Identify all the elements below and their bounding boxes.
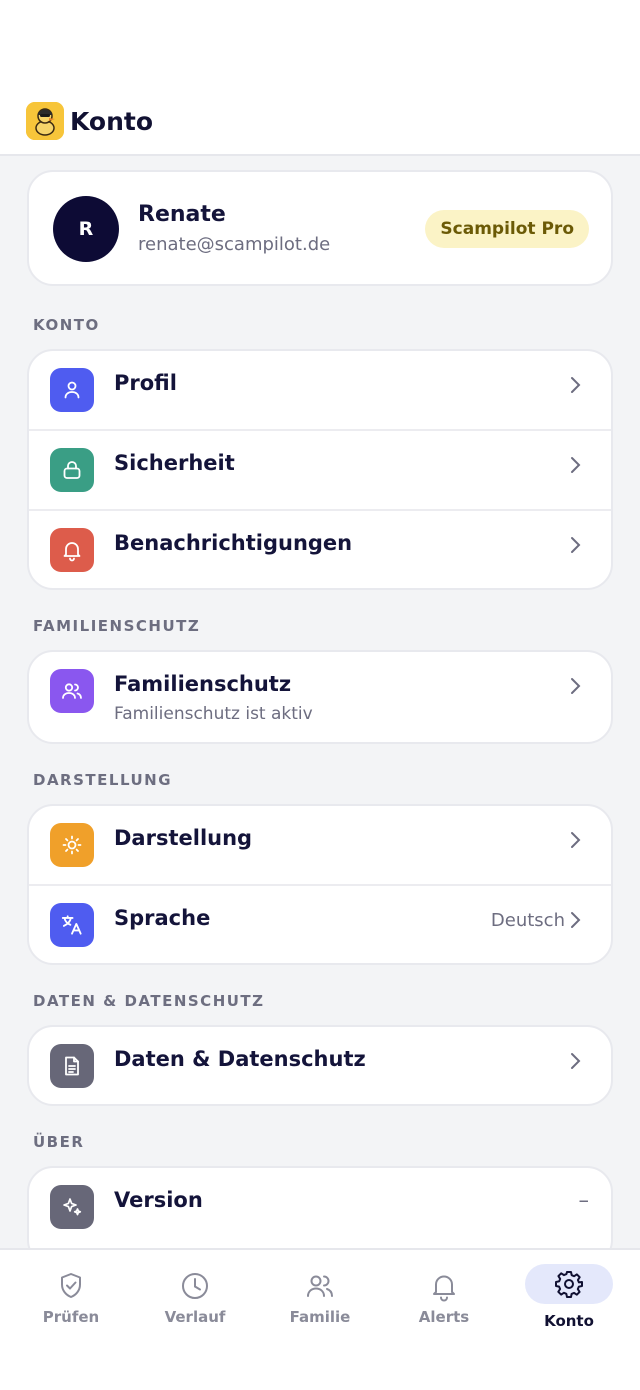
chevron-right-icon (571, 832, 581, 848)
nav-tab-verlauf[interactable]: Verlauf (131, 1250, 259, 1350)
daten-card: Daten & Datenschutz (27, 1025, 613, 1106)
bottom-navigation: Prüfen Verlauf Familie Alerts Konto (0, 1248, 640, 1390)
nav-tab-familie[interactable]: Familie (256, 1250, 384, 1350)
row-label: Version (114, 1188, 203, 1212)
section-label-ueber: ÜBER (33, 1133, 85, 1151)
section-label-daten: DATEN & DATENSCHUTZ (33, 992, 265, 1010)
translate-icon (50, 903, 94, 947)
chevron-right-icon (571, 377, 581, 393)
nav-tab-konto[interactable]: Konto (505, 1250, 633, 1350)
user-icon (50, 368, 94, 412)
user-email: renate@scampilot.de (138, 234, 331, 255)
settings-row-darstellung[interactable]: Darstellung (29, 806, 611, 886)
bell-icon (433, 1275, 455, 1302)
sun-icon (50, 823, 94, 867)
nav-tab-alerts[interactable]: Alerts (380, 1250, 508, 1350)
row-label: Sicherheit (114, 451, 235, 475)
settings-row-version: Version – (29, 1168, 611, 1248)
plan-badge: Scampilot Pro (425, 210, 589, 248)
section-label-darstellung: DARSTELLUNG (33, 771, 173, 789)
lock-icon (50, 448, 94, 492)
konto-card: Profil Sicherheit Benachrichtigungen (27, 349, 613, 590)
top-bar: Konto (0, 0, 640, 156)
row-label: Profil (114, 371, 177, 395)
darstellung-card: Darstellung Sprache Deutsch (27, 804, 613, 965)
nav-label: Konto (544, 1312, 594, 1330)
chevron-right-icon (571, 457, 581, 473)
gear-icon (555, 1271, 583, 1298)
nav-label: Alerts (418, 1308, 470, 1326)
language-value: Deutsch (490, 910, 565, 931)
row-label: Darstellung (114, 826, 253, 850)
nav-tab-pruefen[interactable]: Prüfen (7, 1250, 135, 1350)
shield-check-icon (61, 1273, 81, 1298)
chevron-right-icon (571, 537, 581, 553)
users-icon (307, 1275, 333, 1297)
row-label: Benachrichtigungen (114, 531, 353, 555)
row-label: Familienschutz (114, 672, 292, 696)
users-icon (50, 669, 94, 713)
settings-row-profil[interactable]: Profil (29, 351, 611, 431)
nav-label: Familie (289, 1308, 351, 1326)
nav-label: Prüfen (42, 1308, 100, 1326)
profile-card[interactable]: R Renate renate@scampilot.de Scampilot P… (27, 170, 613, 286)
page-title: Konto (70, 107, 154, 136)
settings-row-sprache[interactable]: Sprache Deutsch (29, 886, 611, 963)
sparkles-icon (50, 1185, 94, 1229)
chevron-right-icon (571, 678, 581, 694)
row-label: Daten & Datenschutz (114, 1047, 366, 1071)
familienschutz-card: Familienschutz Familienschutz ist aktiv (27, 650, 613, 744)
user-name: Renate (138, 202, 226, 227)
bell-icon (50, 528, 94, 572)
settings-row-benachrichtigungen[interactable]: Benachrichtigungen (29, 511, 611, 588)
row-label: Sprache (114, 906, 211, 930)
duck-logo-icon (26, 102, 64, 140)
chevron-right-icon (571, 1053, 581, 1069)
settings-row-daten-datenschutz[interactable]: Daten & Datenschutz (29, 1027, 611, 1104)
chevron-right-icon (571, 912, 581, 928)
version-value: – (578, 1188, 590, 1212)
nav-label: Verlauf (164, 1308, 226, 1326)
settings-row-sicherheit[interactable]: Sicherheit (29, 431, 611, 511)
section-label-konto: KONTO (33, 316, 100, 334)
clock-icon (182, 1273, 208, 1299)
avatar: R (53, 196, 119, 262)
section-label-familienschutz: FAMILIENSCHUTZ (33, 617, 201, 635)
settings-row-familienschutz[interactable]: Familienschutz Familienschutz ist aktiv (29, 652, 611, 742)
document-icon (50, 1044, 94, 1088)
row-sublabel: Familienschutz ist aktiv (114, 704, 313, 724)
